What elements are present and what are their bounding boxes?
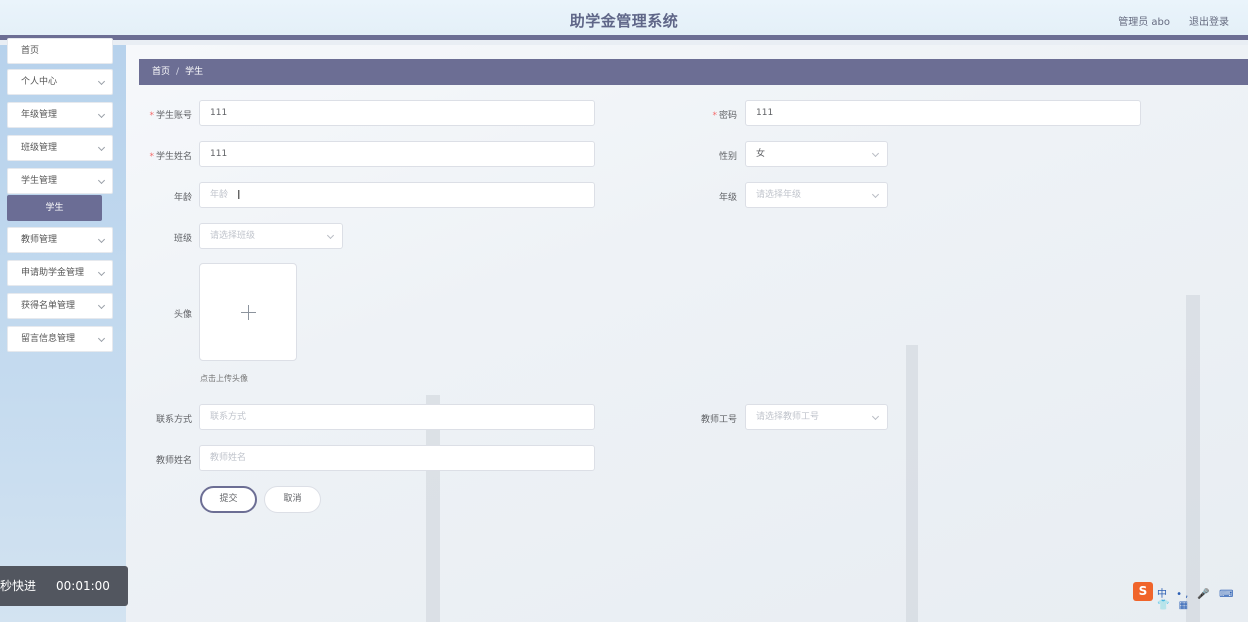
gender-value: 女 [756, 149, 766, 159]
chevron-down-icon [97, 176, 106, 185]
student-name-label: * 学生姓名 [126, 149, 192, 162]
teacher-id-label: 教师工号 [700, 415, 737, 425]
chevron-down-icon [97, 77, 106, 86]
main-content: 首页 / 学生 * 学生账号 111 * 密码 111 * 学生姓名 111 性别 女 年… [126, 45, 1248, 622]
student-account-input[interactable]: 111 [199, 100, 595, 126]
sidebar-item-grade-management[interactable]: 年级管理 [7, 102, 113, 128]
sidebar-item-label: 首页 [21, 46, 40, 56]
breadcrumb-home[interactable]: 首页 [152, 67, 170, 77]
class-placeholder: 请选择班级 [210, 231, 256, 241]
avatar-label: 头像 [173, 310, 192, 320]
sidebar-subitem-student[interactable]: 学生 [7, 195, 102, 221]
sidebar-item-class-management[interactable]: 班级管理 [7, 135, 113, 161]
ime-tool-icons[interactable]: 中 •, 🎤 ⌨ 👕 ▦ [1157, 585, 1248, 611]
sidebar-item-label: 获得名单管理 [21, 301, 76, 311]
chevron-down-icon [97, 110, 106, 119]
chevron-down-icon [326, 231, 335, 240]
breadcrumb-separator: / [176, 67, 180, 77]
chevron-down-icon [871, 190, 880, 199]
grade-select[interactable]: 请选择年级 [745, 182, 888, 208]
grade-placeholder: 请选择年级 [756, 190, 802, 200]
sidebar-item-teacher-management[interactable]: 教师管理 [7, 227, 113, 253]
chevron-down-icon [97, 143, 106, 152]
password-input[interactable]: 111 [745, 100, 1141, 126]
teacher-id-select[interactable]: 请选择教师工号 [745, 404, 888, 430]
class-label: 班级 [173, 234, 192, 244]
sidebar-item-home[interactable]: 首页 [7, 38, 113, 64]
sogou-logo-icon: S [1133, 582, 1153, 601]
required-mark: * [149, 152, 154, 162]
submit-button[interactable]: 提交 [200, 486, 257, 513]
sidebar-item-grant-application-management[interactable]: 申请助学金管理 [7, 260, 113, 286]
background-decoration [906, 345, 918, 622]
chevron-down-icon [97, 235, 106, 244]
cancel-button[interactable]: 取消 [264, 486, 321, 513]
class-select[interactable]: 请选择班级 [199, 223, 343, 249]
password-label: * 密码 [667, 108, 737, 121]
teacher-id-placeholder: 请选择教师工号 [756, 412, 820, 422]
sidebar-item-label: 留言信息管理 [21, 334, 76, 344]
required-mark: * [149, 111, 154, 121]
sidebar-item-label: 个人中心 [21, 77, 58, 87]
current-user: 管理员 abo [1118, 17, 1170, 28]
sidebar-item-label: 年级管理 [21, 110, 58, 120]
sidebar-item-student-management[interactable]: 学生管理 [7, 168, 113, 194]
top-header: 助学金管理系统 管理员 abo 退出登录 [0, 0, 1248, 40]
text-cursor-icon: I [237, 188, 241, 202]
chevron-down-icon [97, 268, 106, 277]
plus-icon [248, 305, 249, 320]
label-text: 学生账号 [155, 111, 192, 121]
contact-input[interactable]: 联系方式 [199, 404, 595, 430]
gender-select[interactable]: 女 [745, 141, 888, 167]
required-mark: * [712, 111, 717, 121]
logout-link[interactable]: 退出登录 [1189, 13, 1229, 28]
sidebar-item-message-management[interactable]: 留言信息管理 [7, 326, 113, 352]
teacher-name-input[interactable]: 教师姓名 [199, 445, 595, 471]
chevron-down-icon [871, 149, 880, 158]
chevron-down-icon [97, 334, 106, 343]
age-input[interactable]: 年龄 I [199, 182, 595, 208]
upload-tip: 点击上传头像 [200, 374, 248, 383]
background-decoration [1186, 295, 1200, 622]
contact-label: 联系方式 [155, 415, 192, 425]
app-title: 助学金管理系统 [569, 12, 679, 30]
breadcrumb: 首页 / 学生 [139, 59, 1248, 85]
sidebar-item-label: 申请助学金管理 [21, 268, 85, 278]
sidebar-item-label: 学生管理 [21, 176, 58, 186]
sidebar-item-label: 教师管理 [21, 235, 58, 245]
student-account-label: * 学生账号 [126, 108, 192, 121]
avatar-uploader[interactable] [199, 263, 297, 361]
chevron-down-icon [871, 412, 880, 421]
sidebar-item-recipient-list-management[interactable]: 获得名单管理 [7, 293, 113, 319]
ime-toolbar[interactable]: S 中 •, 🎤 ⌨ 👕 ▦ [1133, 582, 1248, 611]
student-name-input[interactable]: 111 [199, 141, 595, 167]
label-text: 学生姓名 [155, 152, 192, 162]
fast-forward-label: 秒快进 [0, 579, 37, 593]
sidebar-item-personal-center[interactable]: 个人中心 [7, 69, 113, 95]
gender-label: 性别 [718, 152, 737, 162]
sidebar-item-label: 班级管理 [21, 143, 58, 153]
grade-label: 年级 [718, 193, 737, 203]
breadcrumb-current: 学生 [185, 67, 204, 77]
age-label: 年龄 [173, 193, 192, 203]
chevron-down-icon [97, 301, 106, 310]
age-placeholder: 年龄 [210, 190, 229, 200]
label-text: 密码 [718, 111, 737, 121]
fast-forward-time: 00:01:00 [56, 579, 110, 593]
sidebar: 首页 个人中心 年级管理 班级管理 学生管理 学生 教师管理 申请助学金管理 获… [0, 38, 126, 622]
video-overlay: 秒快进 00:01:00 [0, 566, 128, 606]
teacher-name-label: 教师姓名 [155, 456, 192, 466]
